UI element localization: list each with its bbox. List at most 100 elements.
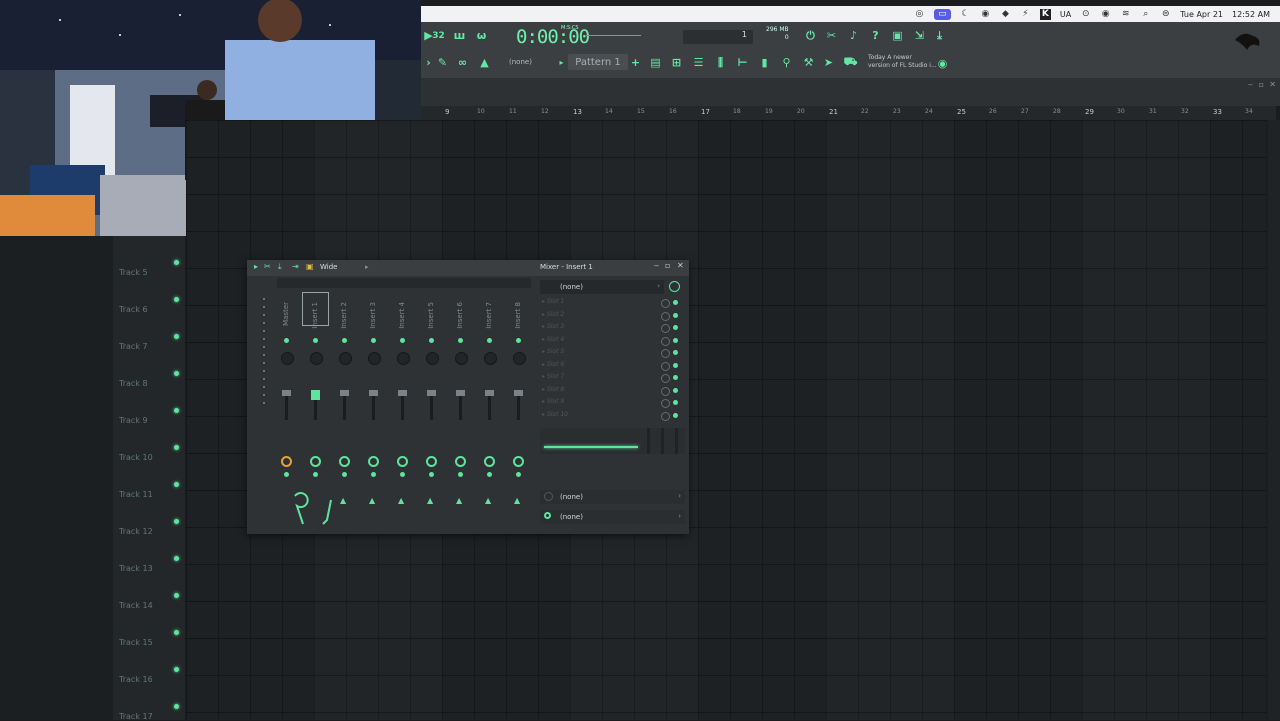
strip-active-led[interactable] bbox=[284, 338, 289, 343]
arrow-icon[interactable]: › bbox=[421, 55, 436, 70]
fx-slot[interactable]: ▸ Slot 6 bbox=[542, 361, 662, 373]
slot-enable-led[interactable] bbox=[673, 300, 678, 305]
route-arrow-icon[interactable]: ▲ bbox=[427, 496, 433, 505]
fx-slot[interactable]: ▸ Slot 7 bbox=[542, 373, 662, 385]
wave-icon[interactable]: ш bbox=[452, 28, 467, 43]
track-mute-led[interactable] bbox=[174, 667, 179, 672]
route-ring[interactable] bbox=[339, 456, 350, 467]
route-ring[interactable] bbox=[310, 456, 321, 467]
mixer-icon[interactable]: ⫼ bbox=[713, 55, 728, 70]
route-ring[interactable] bbox=[397, 456, 408, 467]
mic-icon[interactable]: ♪ bbox=[846, 28, 861, 43]
route-arrow-icon[interactable]: ▲ bbox=[369, 496, 375, 505]
route-arrow-icon[interactable]: ▲ bbox=[398, 496, 404, 505]
route-ring[interactable] bbox=[368, 456, 379, 467]
track-mute-led[interactable] bbox=[174, 482, 179, 487]
help-icon[interactable]: ? bbox=[868, 28, 883, 43]
fx-slot[interactable]: ▸ Slot 5 bbox=[542, 348, 662, 360]
fader-cap[interactable] bbox=[311, 390, 320, 400]
fx-slot[interactable]: ▸ Slot 10 bbox=[542, 411, 662, 423]
eq-area[interactable] bbox=[540, 428, 685, 454]
track-mute-led[interactable] bbox=[174, 593, 179, 598]
track-name[interactable]: Track 15 bbox=[119, 638, 153, 647]
slot-mix-knob[interactable] bbox=[661, 374, 670, 383]
siri-icon[interactable]: ◎ bbox=[914, 9, 925, 20]
route-ring[interactable] bbox=[513, 456, 524, 467]
power-icon[interactable] bbox=[669, 281, 680, 292]
cut-icon[interactable]: ✂ bbox=[264, 262, 271, 271]
timeline-ruler[interactable]: 9 10 11 12 13 14 15 16 17 18 19 20 21 22 23 24 25 26 27 28 2… bbox=[421, 106, 1276, 120]
pan-knob[interactable] bbox=[484, 352, 497, 365]
slot-mix-knob[interactable] bbox=[661, 411, 670, 421]
play-circle-icon[interactable]: ⊙ bbox=[1080, 9, 1091, 20]
strip-active-led[interactable] bbox=[458, 338, 463, 343]
add-pattern-icon[interactable]: + bbox=[628, 55, 643, 70]
send-led[interactable] bbox=[371, 472, 376, 477]
cut-icon[interactable]: ✂ bbox=[824, 28, 839, 43]
route-ring[interactable] bbox=[484, 456, 495, 467]
slot-mix-knob[interactable] bbox=[661, 336, 670, 346]
strip-active-led[interactable] bbox=[429, 338, 434, 343]
track-name[interactable]: Track 8 bbox=[119, 379, 148, 388]
record-icon[interactable]: ◉ bbox=[1100, 9, 1111, 20]
send-led[interactable] bbox=[284, 472, 289, 477]
slot-enable-led[interactable] bbox=[673, 375, 678, 380]
close-icon[interactable]: ✕ bbox=[1269, 80, 1276, 89]
power-icon[interactable]: ⏻ bbox=[803, 28, 818, 43]
input-selector[interactable]: (none) › bbox=[540, 490, 685, 504]
plugin-icon[interactable]: ◉ bbox=[980, 9, 991, 20]
plugin-plug-icon[interactable]: ⚲ bbox=[779, 55, 794, 70]
pan-knob[interactable] bbox=[281, 352, 294, 365]
vertical-scrollbar[interactable] bbox=[1268, 120, 1280, 720]
track-name[interactable]: Track 12 bbox=[119, 527, 153, 536]
send-led[interactable] bbox=[429, 472, 434, 477]
fx-slot[interactable]: ▸ Slot 9 bbox=[542, 398, 662, 410]
track-mute-led[interactable] bbox=[174, 556, 179, 561]
slot-enable-led[interactable] bbox=[673, 387, 678, 393]
pan-knob[interactable] bbox=[368, 352, 381, 365]
send-led[interactable] bbox=[487, 472, 492, 477]
fx-chain-selector[interactable]: (none) › bbox=[540, 280, 664, 294]
locale-indicator[interactable]: UA bbox=[1060, 10, 1071, 19]
save-icon[interactable]: ▣ bbox=[890, 28, 905, 43]
beat-label[interactable]: 32 bbox=[431, 28, 446, 43]
slot-enable-led[interactable] bbox=[673, 325, 678, 330]
track-name[interactable]: Track 9 bbox=[119, 416, 148, 425]
channel-rack-icon[interactable]: ⊞ bbox=[669, 55, 684, 70]
track-mute-led[interactable] bbox=[174, 519, 179, 524]
slot-enable-led[interactable] bbox=[673, 412, 678, 418]
fx-slot[interactable]: ▸ Slot 2 bbox=[542, 311, 662, 323]
slot-enable-led[interactable] bbox=[673, 362, 678, 368]
screen-share-icon[interactable]: ▭ bbox=[933, 8, 951, 20]
control-center-icon[interactable]: ⊜ bbox=[1160, 9, 1171, 20]
output-selector[interactable]: (none) › bbox=[540, 510, 685, 524]
fader-cap[interactable] bbox=[427, 390, 436, 396]
fx-slot[interactable]: ▸ Slot 3 bbox=[542, 323, 662, 335]
track-mute-led[interactable] bbox=[174, 408, 179, 413]
strip-active-led[interactable] bbox=[400, 338, 405, 343]
bolt-icon[interactable]: ⚡ bbox=[1020, 9, 1031, 20]
send-led[interactable] bbox=[516, 472, 521, 477]
minimize-icon[interactable]: ‒ bbox=[1248, 80, 1253, 89]
fader-cap[interactable] bbox=[485, 390, 494, 396]
slot-enable-led[interactable] bbox=[673, 312, 678, 318]
track-mute-led[interactable] bbox=[174, 371, 179, 376]
fx-slot[interactable]: ▸ Slot 4 bbox=[542, 336, 662, 348]
fader-cap[interactable] bbox=[282, 390, 291, 396]
track-name[interactable]: Track 7 bbox=[119, 342, 148, 351]
step-field[interactable]: 1 bbox=[683, 30, 753, 44]
route-arrow-icon[interactable]: ▲ bbox=[456, 496, 462, 505]
route-ring[interactable] bbox=[426, 456, 437, 467]
minimize-icon[interactable]: ‒ bbox=[654, 261, 659, 270]
slot-mix-knob[interactable] bbox=[661, 324, 670, 333]
send-led[interactable] bbox=[342, 472, 347, 477]
pan-knob[interactable] bbox=[397, 352, 410, 365]
search-icon[interactable]: ⌕ bbox=[1140, 9, 1151, 20]
export-icon[interactable]: ⇲ bbox=[912, 28, 927, 43]
send-led[interactable] bbox=[458, 472, 463, 477]
mixer-strip[interactable] bbox=[302, 292, 329, 326]
maximize-icon[interactable]: ▫ bbox=[1259, 80, 1264, 89]
menu-arrow-icon[interactable]: ▸ bbox=[254, 262, 258, 271]
route-ring[interactable] bbox=[281, 456, 292, 467]
slot-mix-knob[interactable] bbox=[661, 361, 670, 371]
